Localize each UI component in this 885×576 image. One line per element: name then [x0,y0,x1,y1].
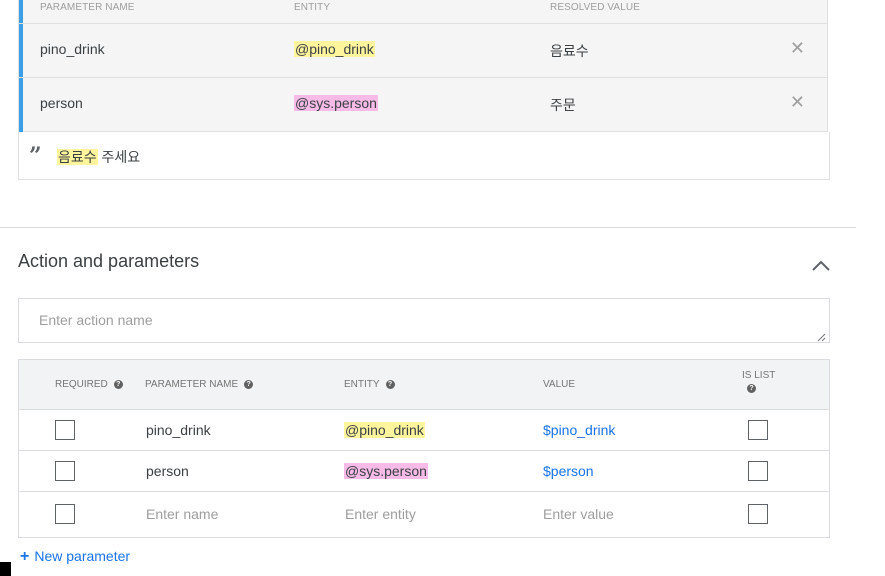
header-value-label: VALUE [543,379,576,390]
training-phrase-text[interactable]: 음료수 주세요 [57,147,140,167]
section-title: Action and parameters [18,251,200,271]
is-list-checkbox[interactable] [748,420,768,440]
parameters-table: REQUIRED? PARAMETER NAME? ENTITY? VALUE … [18,359,830,538]
close-icon[interactable]: ✕ [790,93,805,111]
phrase-remainder: 주세요 [97,149,141,165]
required-checkbox[interactable] [55,504,75,524]
new-parameter-row: Enter name Enter entity Enter value [19,492,829,537]
header-required: REQUIRED? [55,379,123,390]
entity-input[interactable]: Enter entity [345,506,416,522]
help-icon[interactable]: ? [113,380,123,389]
resize-grip-icon[interactable] [816,329,826,342]
header-entity: ENTITY? [344,379,395,390]
header-parameter-name: PARAMETER NAME? [145,379,254,390]
help-icon[interactable]: ? [385,380,395,389]
annotated-word[interactable]: 음료수 [57,149,98,165]
header-entity-label: ENTITY [344,379,380,390]
header-is-list-label: IS LIST [742,370,776,381]
parameter-entity[interactable]: @sys.person [344,463,428,479]
parameter-name[interactable]: person [146,463,189,479]
value-input[interactable]: Enter value [543,506,614,522]
annotation-resolved-value[interactable]: 음료수 [550,41,589,61]
required-checkbox[interactable] [55,420,75,440]
quote-icon: ” [29,143,42,169]
name-input[interactable]: Enter name [146,506,218,522]
plus-icon: + [20,548,30,565]
header-entity: ENTITY [294,2,331,13]
header-parameter-name: PARAMETER NAME [40,2,135,13]
is-list-checkbox[interactable] [748,461,768,481]
annotation-row: pino_drink @pino_drink 음료수 ✕ [19,24,827,78]
annotation-table: PARAMETER NAME ENTITY RESOLVED VALUE pin… [18,0,828,132]
help-icon[interactable]: ? [747,384,756,393]
training-phrase[interactable]: ” 음료수 주세요 [18,132,830,180]
help-icon[interactable]: ? [244,380,254,389]
section-divider [0,227,856,228]
chevron-up-icon[interactable] [808,254,834,278]
header-value: VALUE [543,379,575,390]
header-required-label: REQUIRED [55,379,108,390]
annotation-row: person @sys.person 주문 ✕ [19,78,827,132]
header-is-list: IS LIST? [742,370,775,393]
annotation-parameter-name[interactable]: pino_drink [40,41,105,57]
parameter-row: person @sys.person $person [19,451,829,492]
annotation-resolved-value[interactable]: 주문 [550,95,576,115]
parameter-value[interactable]: $pino_drink [543,422,615,438]
corner-artifact [0,562,11,576]
annotation-table-header: PARAMETER NAME ENTITY RESOLVED VALUE [19,0,827,24]
parameter-value[interactable]: $person [543,463,594,479]
parameter-name[interactable]: pino_drink [146,422,211,438]
annotation-entity[interactable]: @pino_drink [294,41,375,57]
parameter-row: pino_drink @pino_drink $pino_drink [19,410,829,451]
header-parameter-name-label: PARAMETER NAME [145,379,239,390]
is-list-checkbox[interactable] [748,504,768,524]
close-icon[interactable]: ✕ [790,39,805,57]
new-parameter-button[interactable]: + New parameter [20,548,130,566]
action-name-input[interactable] [18,298,830,343]
header-resolved-value: RESOLVED VALUE [550,2,640,13]
annotation-parameter-name[interactable]: person [40,95,83,111]
required-checkbox[interactable] [55,461,75,481]
annotation-entity[interactable]: @sys.person [294,95,378,111]
new-parameter-label: New parameter [34,548,131,564]
parameters-table-header: REQUIRED? PARAMETER NAME? ENTITY? VALUE … [19,360,829,410]
parameter-entity[interactable]: @pino_drink [344,422,425,438]
